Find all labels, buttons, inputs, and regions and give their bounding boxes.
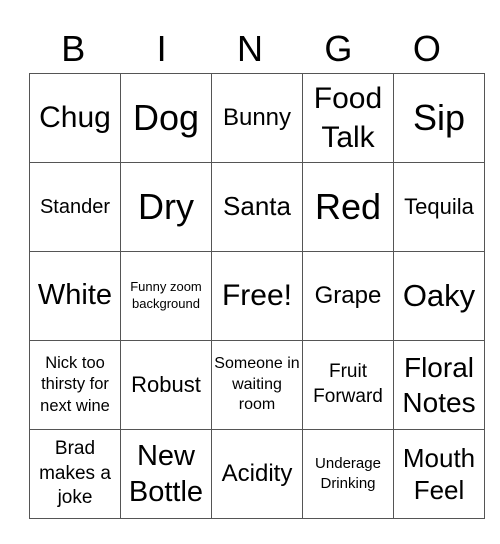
header-letter-o: O [412, 28, 441, 69]
bingo-grid: Chug Dog Bunny Food Talk Sip Stander Dry… [29, 73, 485, 519]
bingo-cell[interactable]: Tequila [393, 162, 485, 252]
bingo-cell[interactable]: Chug [29, 73, 121, 163]
grid-row: Chug Dog Bunny Food Talk Sip [29, 73, 485, 163]
grid-row: Nick too thirsty for next wine Robust So… [29, 340, 485, 430]
header-letter-i: I [156, 28, 167, 69]
bingo-cell[interactable]: Robust [120, 340, 212, 430]
bingo-cell[interactable]: Brad makes a joke [29, 429, 121, 519]
bingo-cell[interactable]: Free! [211, 251, 303, 341]
grid-row: Brad makes a joke New Bottle Acidity Und… [29, 429, 485, 519]
bingo-cell[interactable]: Stander [29, 162, 121, 252]
bingo-cell[interactable]: Nick too thirsty for next wine [29, 340, 121, 430]
bingo-cell[interactable]: Acidity [211, 429, 303, 519]
header-letter-b: B [61, 28, 86, 69]
grid-row: White Funny zoom background Free! Grape … [29, 251, 485, 341]
header-letter-g: G [324, 28, 353, 69]
bingo-cell[interactable]: Dog [120, 73, 212, 163]
bingo-cell[interactable]: Grape [302, 251, 394, 341]
bingo-cell[interactable]: Fruit Forward [302, 340, 394, 430]
header-letter-n: N [237, 28, 264, 69]
bingo-cell[interactable]: Red [302, 162, 394, 252]
bingo-cell[interactable]: White [29, 251, 121, 341]
grid-row: Stander Dry Santa Red Tequila [29, 162, 485, 252]
bingo-cell[interactable]: Underage Drinking [302, 429, 394, 519]
bingo-cell[interactable]: Bunny [211, 73, 303, 163]
bingo-cell[interactable]: Floral Notes [393, 340, 485, 430]
bingo-cell[interactable]: Mouth Feel [393, 429, 485, 519]
bingo-cell[interactable]: Santa [211, 162, 303, 252]
bingo-cell[interactable]: Dry [120, 162, 212, 252]
bingo-cell[interactable]: Food Talk [302, 73, 394, 163]
bingo-cell[interactable]: Someone in waiting room [211, 340, 303, 430]
bingo-cell[interactable]: Oaky [393, 251, 485, 341]
bingo-cell[interactable]: Sip [393, 73, 485, 163]
bingo-cell[interactable]: Funny zoom background [120, 251, 212, 341]
bingo-header: B I N G O [29, 26, 471, 72]
bingo-cell[interactable]: New Bottle [120, 429, 212, 519]
